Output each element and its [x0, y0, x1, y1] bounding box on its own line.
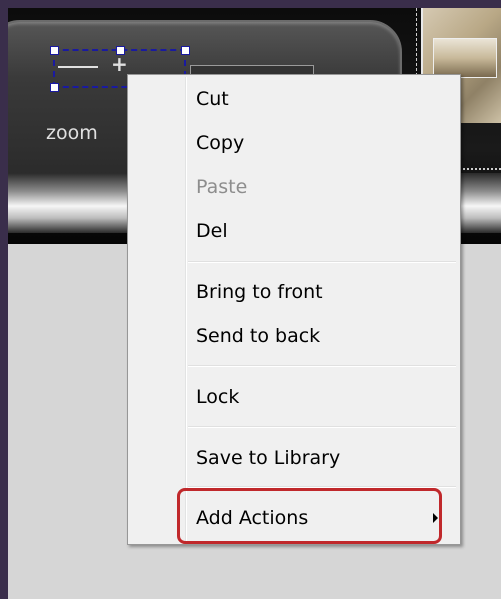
zoom-label: zoom: [46, 122, 98, 144]
menu-item-label: Bring to front: [196, 281, 323, 303]
menu-item-label: Copy: [196, 132, 245, 154]
resize-handle-tm[interactable]: [116, 46, 125, 55]
menu-item-copy[interactable]: Copy: [130, 123, 458, 163]
menu-separator: [188, 426, 456, 428]
resize-handle-tr[interactable]: [181, 46, 190, 55]
menu-item-send-to-back[interactable]: Send to back: [130, 316, 458, 356]
menu-separator: [188, 365, 456, 367]
dotted-guide-line: [458, 168, 501, 170]
menu-item-label: Save to Library: [196, 447, 341, 469]
room-photo: [433, 38, 497, 78]
menu-item-label: Cut: [196, 88, 229, 110]
resize-handle-bl[interactable]: [50, 83, 59, 92]
context-menu: Cut Copy Paste Del Bring to front Send t…: [127, 74, 461, 545]
menu-item-label: Lock: [196, 386, 240, 408]
menu-separator: [188, 261, 456, 263]
menu-item-del[interactable]: Del: [130, 211, 458, 251]
menu-item-paste[interactable]: Paste: [130, 167, 458, 207]
menu-item-bring-to-front[interactable]: Bring to front: [130, 272, 458, 312]
menu-item-save-to-library[interactable]: Save to Library: [130, 438, 458, 478]
menu-item-label: Paste: [196, 176, 248, 198]
menu-item-cut[interactable]: Cut: [130, 79, 458, 119]
add-actions-highlight: [177, 488, 442, 544]
menu-item-label: Send to back: [196, 325, 321, 347]
menu-item-lock[interactable]: Lock: [130, 377, 458, 417]
menu-item-label: Del: [196, 220, 228, 242]
resize-handle-tl[interactable]: [50, 46, 59, 55]
